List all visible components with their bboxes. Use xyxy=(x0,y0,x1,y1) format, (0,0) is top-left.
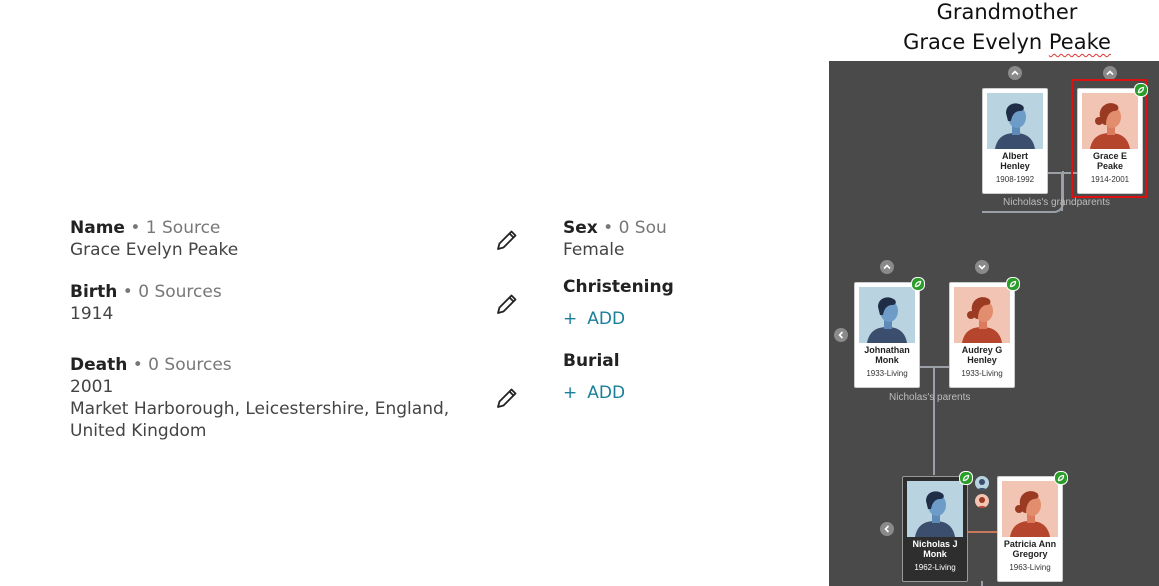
male-avatar-icon xyxy=(987,93,1043,149)
fact-christening: Christening + ADD xyxy=(563,276,674,330)
person-name-line1: Patricia Ann xyxy=(1003,539,1057,549)
leaf-icon xyxy=(962,474,970,482)
fact-name-label: Name xyxy=(70,218,125,238)
fact-sex-value: Female xyxy=(563,240,625,260)
fact-birth-value: 1914 xyxy=(70,304,114,324)
person-card-audrey[interactable]: Audrey G Henley 1933-Living xyxy=(949,282,1015,388)
fact-death-place-line1: Market Harborough, Leicestershire, Engla… xyxy=(70,399,450,419)
other-spouse-male-icon[interactable] xyxy=(975,476,989,490)
male-avatar-icon xyxy=(907,481,963,537)
hint-leaf-icon[interactable] xyxy=(911,277,925,291)
person-dates: 1908-1992 xyxy=(995,175,1035,184)
fact-death-date: 2001 xyxy=(70,377,114,397)
chevron-left-icon xyxy=(884,525,890,533)
chevron-left-icon xyxy=(838,331,844,339)
leaf-icon xyxy=(1057,474,1065,482)
other-spouse-female-icon[interactable] xyxy=(975,494,989,508)
fact-burial: Burial + ADD xyxy=(563,350,625,404)
expand-up-button[interactable] xyxy=(1008,66,1022,80)
person-dates: 1933-Living xyxy=(961,369,1003,378)
spouse-line xyxy=(965,531,999,533)
chevron-down-icon xyxy=(978,264,986,270)
fact-birth-sources[interactable]: • 0 Sources xyxy=(117,282,222,302)
person-caption: Grace Evelyn Peake xyxy=(829,30,1159,54)
expand-left-button[interactable] xyxy=(834,328,848,342)
fact-death-sources[interactable]: • 0 Sources xyxy=(127,355,232,375)
person-name-line2: Henley xyxy=(1000,161,1030,171)
person-card-patricia[interactable]: Patricia Ann Gregory 1963-Living xyxy=(997,476,1063,582)
fact-death: Death • 0 Sources 2001 Market Harborough… xyxy=(70,354,449,442)
person-name-line2: Monk xyxy=(875,355,899,365)
person-name-line2: Gregory xyxy=(1012,549,1048,559)
fact-sex-label: Sex xyxy=(563,218,598,238)
hint-leaf-icon[interactable] xyxy=(1006,277,1020,291)
edit-name-pencil-icon[interactable] xyxy=(495,228,519,252)
fact-sex: Sex • 0 Sourc Female xyxy=(563,217,667,261)
person-name-line1: Audrey G xyxy=(961,345,1003,355)
grandparents-label: Nicholas's grandparents xyxy=(1003,197,1110,208)
fact-name-value: Grace Evelyn Peake xyxy=(70,240,239,260)
caption-name-last: Peake xyxy=(1048,30,1111,54)
person-dates: 1963-Living xyxy=(1009,563,1051,572)
fact-death-place-line2: United Kingdom xyxy=(70,421,207,441)
female-avatar-icon xyxy=(954,287,1010,343)
add-christening-button[interactable]: + ADD xyxy=(563,308,674,330)
edit-death-pencil-icon[interactable] xyxy=(495,386,519,410)
person-name-line2: Monk xyxy=(923,549,947,559)
caption-name-prefix: Grace Evelyn xyxy=(903,30,1049,54)
collapse-down-button[interactable] xyxy=(975,260,989,274)
fact-birth: Birth • 0 Sources 1914 xyxy=(70,281,222,325)
fact-name-sources[interactable]: • 1 Source xyxy=(125,218,220,238)
chevron-up-icon xyxy=(883,264,891,270)
family-tree-panel[interactable]: Albert Henley 1908-1992 Grace E Peake 1914… xyxy=(829,61,1159,586)
expand-left-button[interactable] xyxy=(880,522,894,536)
person-card-johnathan[interactable]: Johnathan Monk 1933-Living xyxy=(854,282,920,388)
chevron-up-icon xyxy=(1011,70,1019,76)
chevron-up-icon xyxy=(1106,70,1114,76)
leaf-icon xyxy=(1009,280,1017,288)
plus-icon: + xyxy=(563,383,578,403)
female-avatar-icon xyxy=(1002,481,1058,537)
fact-death-label: Death xyxy=(70,355,128,375)
person-card-albert[interactable]: Albert Henley 1908-1992 xyxy=(982,88,1048,194)
leaf-icon xyxy=(914,280,922,288)
expand-up-button[interactable] xyxy=(1103,66,1117,80)
add-burial-button[interactable]: + ADD xyxy=(563,382,625,404)
parents-label: Nicholas's parents xyxy=(889,392,971,403)
children-line xyxy=(981,581,983,586)
person-dates: 1933-Living xyxy=(866,369,908,378)
hint-leaf-icon[interactable] xyxy=(959,471,973,485)
fact-christening-label: Christening xyxy=(563,277,674,297)
fact-sex-sources[interactable]: • 0 Sourc xyxy=(598,218,667,238)
person-name-line1: Nicholas J xyxy=(912,539,958,549)
plus-icon: + xyxy=(563,309,578,329)
person-dates: 1962-Living xyxy=(914,563,956,572)
person-name-line2: Henley xyxy=(967,355,997,365)
hint-leaf-icon[interactable] xyxy=(1054,471,1068,485)
selection-highlight xyxy=(1071,79,1147,198)
fact-birth-label: Birth xyxy=(70,282,118,302)
hint-leaf-icon[interactable] xyxy=(1134,83,1148,97)
expand-up-button[interactable] xyxy=(880,260,894,274)
person-name-line1: Albert xyxy=(1001,151,1028,161)
add-christening-label: ADD xyxy=(587,309,626,329)
male-avatar-icon xyxy=(859,287,915,343)
edit-birth-pencil-icon[interactable] xyxy=(495,292,519,316)
fact-burial-label: Burial xyxy=(563,351,620,371)
person-card-nicholas[interactable]: Nicholas J Monk 1962-Living xyxy=(902,476,968,582)
leaf-icon xyxy=(1137,86,1145,94)
person-name-line1: Johnathan xyxy=(864,345,910,355)
add-burial-label: ADD xyxy=(587,383,626,403)
fact-name: Name • 1 Source Grace Evelyn Peake xyxy=(70,217,238,261)
relation-caption: Grandmother xyxy=(936,0,1078,24)
parents-to-child-line xyxy=(933,367,935,475)
